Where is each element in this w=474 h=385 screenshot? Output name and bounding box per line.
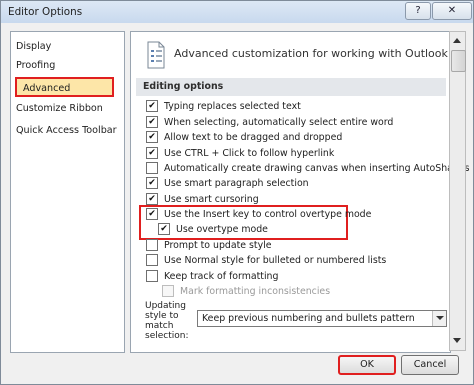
option-insert-key-overtype[interactable]: ✔ Use the Insert key to control overtype … <box>146 207 372 222</box>
option-use-overtype-mode[interactable]: ✔ Use overtype mode <box>158 222 268 237</box>
checkbox[interactable]: ✔ <box>146 99 158 112</box>
section-header: Editing options <box>136 78 446 96</box>
option-smart-paragraph-selection[interactable]: ✔ Use smart paragraph selection <box>146 176 309 191</box>
sidebar-item-advanced[interactable]: Advanced <box>15 77 114 97</box>
option-typing-replaces-selected-text[interactable]: ✔ Typing replaces selected text <box>146 99 301 114</box>
page-title: Advanced customization for working with … <box>174 47 448 60</box>
dropdown-value: Keep previous numbering and bullets patt… <box>202 313 415 324</box>
scroll-up-arrow-icon[interactable] <box>453 38 461 43</box>
checkbox[interactable] <box>146 253 158 266</box>
option-label: Automatically create drawing canvas when… <box>164 163 470 174</box>
section-title: Editing options <box>143 81 224 92</box>
options-content-panel: Advanced customization for working with … <box>130 31 470 353</box>
sidebar-item-quick-access-toolbar[interactable]: Quick Access Toolbar <box>16 122 117 140</box>
vertical-scrollbar[interactable] <box>449 31 466 351</box>
scroll-thumb[interactable] <box>451 50 466 72</box>
close-button[interactable]: ✕ <box>432 2 472 20</box>
help-button[interactable]: ? <box>405 2 431 20</box>
option-label: Keep track of formatting <box>164 271 279 282</box>
option-label: When selecting, automatically select ent… <box>164 117 394 128</box>
option-label: Allow text to be dragged and dropped <box>164 132 343 143</box>
option-ctrl-click-hyperlink[interactable]: ✔ Use CTRL + Click to follow hyperlink <box>146 146 335 161</box>
updating-style-label-line: match <box>145 321 174 331</box>
option-drag-and-drop[interactable]: ✔ Allow text to be dragged and dropped <box>146 130 343 145</box>
checkbox[interactable] <box>146 269 158 282</box>
checkbox[interactable] <box>146 238 158 251</box>
updating-style-label-line: selection: <box>145 331 189 341</box>
option-mark-formatting-inconsistencies: Mark formatting inconsistencies <box>162 284 331 299</box>
title-bar: Editor Options ? ✕ <box>1 1 473 23</box>
checkbox[interactable] <box>146 161 158 174</box>
option-label: Use CTRL + Click to follow hyperlink <box>164 148 335 159</box>
option-normal-style-lists[interactable]: Use Normal style for bulleted or numbere… <box>146 253 387 268</box>
updating-style-label-line: Updating <box>145 301 186 311</box>
updating-style-label-line: style to <box>145 311 179 321</box>
updating-style-dropdown[interactable]: Keep previous numbering and bullets patt… <box>197 310 447 327</box>
scroll-down-arrow-icon[interactable] <box>453 338 461 343</box>
checkbox[interactable]: ✔ <box>146 176 158 189</box>
checkbox[interactable]: ✔ <box>146 146 158 159</box>
updating-style-label: Updating style to match selection: <box>145 301 197 341</box>
option-label: Use overtype mode <box>176 224 268 235</box>
category-sidebar: Display Proofing Advanced Customize Ribb… <box>10 31 125 353</box>
checkbox <box>162 284 174 297</box>
sidebar-item-proofing[interactable]: Proofing <box>16 57 55 75</box>
window-title: Editor Options <box>8 6 83 18</box>
sidebar-item-display[interactable]: Display <box>16 38 51 56</box>
option-label: Use smart cursoring <box>164 194 259 205</box>
option-label: Use Normal style for bulleted or numbere… <box>164 255 387 266</box>
editor-options-window: Editor Options ? ✕ Display Proofing Adva… <box>0 0 474 385</box>
option-select-entire-word[interactable]: ✔ When selecting, automatically select en… <box>146 115 394 130</box>
document-settings-icon <box>147 41 165 69</box>
checkbox[interactable]: ✔ <box>146 207 158 220</box>
sidebar-item-customize-ribbon[interactable]: Customize Ribbon <box>16 100 103 118</box>
option-label: Typing replaces selected text <box>164 101 301 112</box>
option-auto-drawing-canvas[interactable]: Automatically create drawing canvas when… <box>146 161 470 176</box>
chevron-down-icon[interactable] <box>432 311 446 326</box>
option-label: Use the Insert key to control overtype m… <box>164 209 372 220</box>
checkbox[interactable]: ✔ <box>146 130 158 143</box>
cancel-button[interactable]: Cancel <box>401 355 459 375</box>
checkbox[interactable]: ✔ <box>146 115 158 128</box>
option-label: Mark formatting inconsistencies <box>180 286 331 297</box>
ok-button[interactable]: OK <box>338 355 396 375</box>
option-keep-track-formatting[interactable]: Keep track of formatting <box>146 269 279 284</box>
option-prompt-update-style[interactable]: Prompt to update style <box>146 238 272 253</box>
option-label: Prompt to update style <box>164 240 272 251</box>
option-label: Use smart paragraph selection <box>164 178 309 189</box>
checkbox[interactable]: ✔ <box>158 222 170 235</box>
checkbox[interactable]: ✔ <box>146 192 158 205</box>
